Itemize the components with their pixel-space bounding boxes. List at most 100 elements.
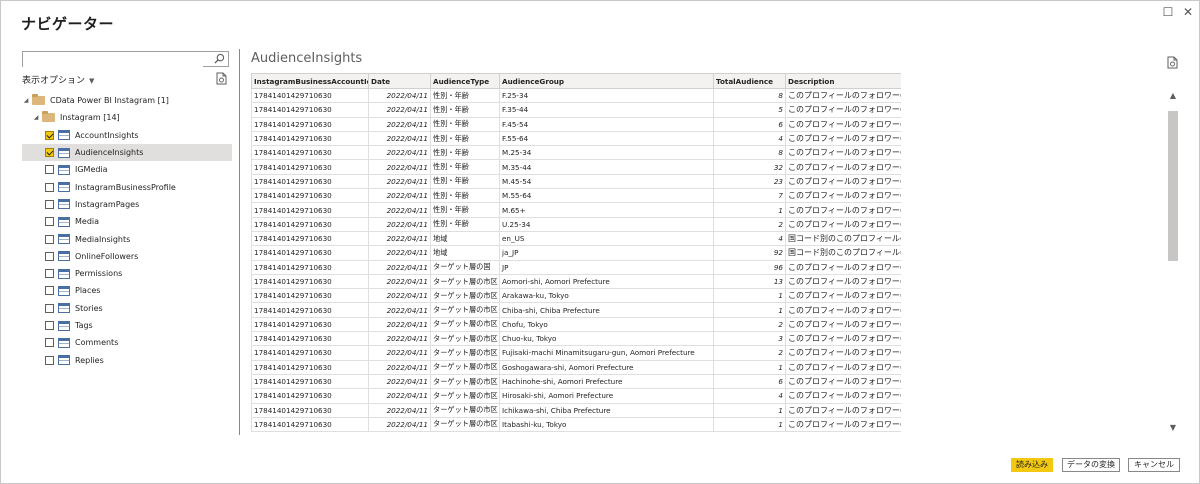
table-icon [58, 147, 70, 158]
checkbox[interactable] [45, 234, 54, 244]
tree-item-label: Comments [75, 338, 119, 348]
table-cell: 性別・年齢 [430, 188, 500, 204]
column-header[interactable]: TotalAudience [713, 73, 786, 89]
table-cell: 5 [713, 102, 786, 118]
table-cell: このプロフィールのフォロワーの [785, 302, 901, 318]
table-cell: 17841401429710630 [251, 216, 369, 232]
tree-item[interactable]: Comments [22, 334, 232, 351]
checkbox[interactable] [45, 165, 54, 175]
tree-folder-instagram[interactable]: ◢ Instagram [14] [22, 109, 232, 126]
export-file-icon[interactable] [1167, 56, 1178, 69]
preview-title: AudienceInsights [251, 51, 363, 66]
table-row: 17841401429710630 2022/04/11 地域 en_US 4 国コード別… [251, 230, 901, 247]
checkbox[interactable] [45, 321, 54, 330]
table-cell: M.35-44 [499, 159, 714, 175]
scroll-thumb[interactable] [1168, 111, 1178, 261]
table-cell: Itabashi-ku, Tokyo [499, 416, 714, 433]
table-cell: 1 [713, 359, 786, 375]
restore-icon[interactable]: ☐ [1161, 5, 1175, 19]
table-cell: 性別・年齢 [430, 130, 500, 147]
table-row: 17841401429710630 2022/04/11 ターゲット層の国 JP 96 こ… [251, 259, 901, 275]
display-options-dropdown[interactable]: 表示オプション ▼ [22, 73, 94, 86]
column-header[interactable]: AudienceGroup [499, 73, 714, 89]
table-cell: 2022/04/11 [368, 173, 431, 190]
table-cell: ja_JP [499, 245, 714, 261]
table-cell: ターゲット層の市区 [430, 345, 500, 361]
checkbox[interactable] [45, 217, 54, 227]
table-cell: 性別・年齢 [430, 116, 500, 132]
checkbox[interactable] [45, 269, 54, 279]
checkbox[interactable] [45, 338, 54, 348]
column-header[interactable]: Date [368, 73, 431, 89]
table-row: 17841401429710630 2022/04/11 性別・年齢 M.25-34 8… [251, 145, 901, 161]
checkbox[interactable] [45, 199, 54, 209]
tree-item[interactable]: OnlineFollowers [22, 248, 232, 265]
tree-item[interactable]: MediaInsights [22, 230, 232, 247]
table-cell: 4 [713, 130, 786, 147]
load-button[interactable]: 読み込み [1011, 458, 1053, 472]
tree-item[interactable]: Replies [22, 351, 232, 368]
checkbox[interactable] [45, 286, 54, 296]
table-cell: 2022/04/11 [368, 245, 431, 261]
tree-item[interactable]: Media [22, 213, 232, 230]
refresh-file-icon[interactable] [216, 72, 227, 85]
table-row: 17841401429710630 2022/04/11 ターゲット層の市区 Chib… [251, 302, 901, 318]
tree-item[interactable]: Permissions [22, 265, 232, 282]
table-cell: 性別・年齢 [430, 145, 500, 161]
tree-item-label: AudienceInsights [75, 148, 144, 158]
table-cell: 性別・年齢 [430, 159, 500, 175]
tree-item[interactable]: IGMedia [22, 161, 232, 178]
checkbox[interactable] [45, 355, 54, 365]
table-cell: このプロフィールのフォロワーの [785, 273, 901, 290]
search-input[interactable] [23, 57, 203, 72]
column-header[interactable]: AudienceType [430, 73, 500, 89]
tree-item[interactable]: Tags [22, 317, 232, 334]
transform-data-button[interactable]: データの変換 [1062, 458, 1120, 472]
column-header[interactable]: Description [785, 73, 901, 89]
scroll-up-icon[interactable]: ▲ [1167, 91, 1179, 101]
table-cell: 2022/04/11 [368, 316, 431, 333]
table-cell: 17841401429710630 [251, 159, 369, 175]
tree-item[interactable]: InstagramPages [22, 196, 232, 213]
preview-table: InstagramBusinessAccountId Date AudienceTy… [251, 73, 901, 433]
table-cell: 2022/04/11 [368, 345, 431, 361]
column-header[interactable]: InstagramBusinessAccountId [251, 73, 369, 89]
table-cell: ターゲット層の市区 [430, 273, 500, 290]
table-cell: Ichikawa-shi, Chiba Prefecture [499, 402, 714, 418]
vertical-scrollbar[interactable]: ▲ ▼ [1167, 91, 1179, 433]
collapse-icon[interactable]: ◢ [22, 97, 30, 104]
table-cell: 17841401429710630 [251, 230, 369, 247]
navigator-dialog: ナビゲーター ☐ ✕ 表示オプション ▼ ◢ CData Power BI Ins… [0, 0, 1200, 484]
table-cell: Chiba-shi, Chiba Prefecture [499, 302, 714, 318]
table-row: 17841401429710630 2022/04/11 性別・年齢 M.45-54 2… [251, 173, 901, 190]
pane-divider[interactable] [239, 49, 240, 435]
table-cell: 2022/04/11 [368, 273, 431, 290]
search-icon[interactable] [214, 53, 225, 64]
close-icon[interactable]: ✕ [1181, 5, 1195, 19]
tree-item[interactable]: Stories [22, 300, 232, 317]
cancel-button[interactable]: キャンセル [1128, 458, 1180, 472]
table-cell: 6 [713, 116, 786, 132]
checkbox[interactable] [45, 251, 54, 261]
table-cell: このプロフィールのフォロワーの [785, 345, 901, 361]
checkbox[interactable] [45, 303, 54, 313]
table-row: 17841401429710630 2022/04/11 性別・年齢 U.25-34 2… [251, 216, 901, 232]
table-row: 17841401429710630 2022/04/11 性別・年齢 F.35-44 5… [251, 102, 901, 118]
table-cell: このプロフィールのフォロワーの [785, 288, 901, 304]
tree-item[interactable]: AccountInsights [22, 127, 232, 144]
checkbox[interactable] [45, 148, 54, 158]
table-cell: JP [499, 259, 714, 275]
table-cell: 17841401429710630 [251, 316, 369, 333]
tree-item[interactable]: Places [22, 282, 232, 299]
table-icon [58, 216, 70, 227]
collapse-icon[interactable]: ◢ [32, 114, 40, 121]
tree-root[interactable]: ◢ CData Power BI Instagram [1] [22, 92, 232, 109]
table-row: 17841401429710630 2022/04/11 性別・年齢 F.45-54 6… [251, 116, 901, 132]
tree-item[interactable]: AudienceInsights [22, 143, 232, 162]
checkbox[interactable] [45, 182, 54, 192]
scroll-down-icon[interactable]: ▼ [1167, 423, 1179, 433]
checkbox[interactable] [45, 130, 54, 140]
table-cell: 国コード別のこのプロフィールの [785, 245, 901, 261]
tree-item-label: Stories [75, 303, 103, 313]
tree-item[interactable]: InstagramBusinessProfile [22, 178, 232, 195]
